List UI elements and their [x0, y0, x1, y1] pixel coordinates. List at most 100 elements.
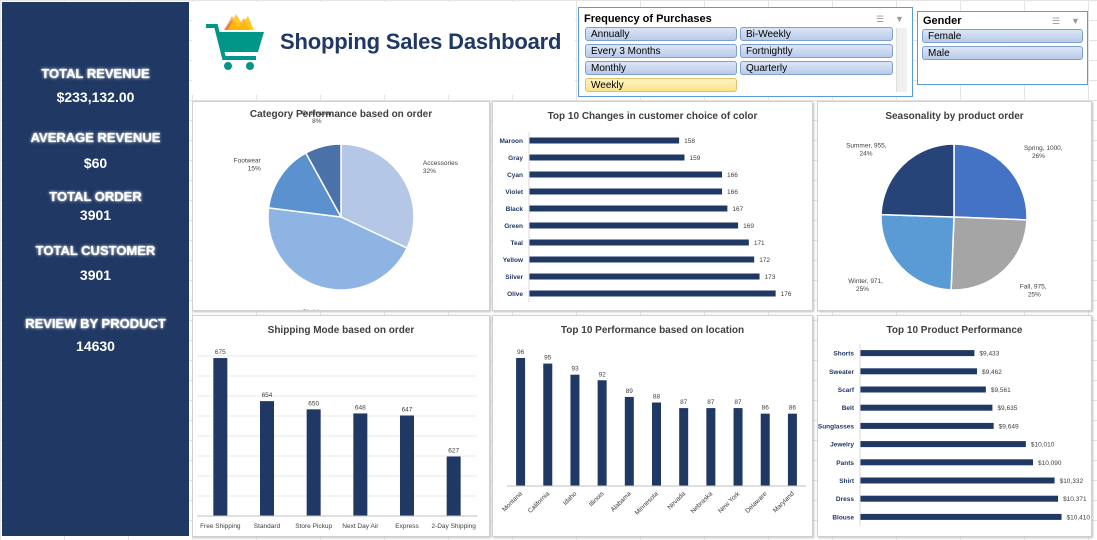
- category-label-blouse: Blouse: [832, 514, 854, 521]
- season-pie-chart: Spring, 1000,26%Fall, 975,25%Winter, 971…: [846, 142, 1063, 298]
- bar-next-day-air: [353, 413, 368, 516]
- clear-filter-icon[interactable]: ▼: [1071, 16, 1083, 26]
- value-label-minnesota: 88: [653, 394, 661, 401]
- value-label-green: 169: [743, 223, 754, 230]
- dashboard-header: Shopping Sales Dashboard: [192, 2, 575, 95]
- category-label-sunglasses: Sunglasses: [818, 423, 854, 430]
- value-label-blouse: $10,410: [1067, 514, 1091, 521]
- bar-california: [543, 363, 553, 486]
- category-pie-chart: Accessories32%Clothing45%Footwear15%Oute…: [234, 110, 459, 310]
- total-order-label: TOTAL ORDER: [49, 189, 142, 204]
- value-label-teal: 171: [754, 240, 765, 247]
- slicer-scrollbar[interactable]: [896, 28, 907, 92]
- category-label-maryland: Maryland: [772, 490, 796, 514]
- slicer-option-annually[interactable]: Annually: [585, 27, 737, 41]
- category-label-pants: Pants: [836, 460, 854, 467]
- bar-2-day-shipping: [446, 456, 461, 516]
- bar-illinois: [597, 380, 607, 486]
- color-chart-panel: Top 10 Changes in customer choice of col…: [492, 101, 813, 311]
- category-chart-panel: Category Performance based on order Acce…: [192, 101, 490, 311]
- location-bar-chart: 96 Montana 95 California 93 Idaho 92 Illinois 89…: [501, 349, 806, 517]
- category-label-store-pickup: Store Pickup: [295, 523, 332, 530]
- pie-label-footwear: Footwear: [234, 157, 262, 164]
- value-label-sweater: $9,462: [982, 369, 1002, 376]
- category-label-idaho: Idaho: [562, 490, 579, 507]
- slicer-option-male[interactable]: Male: [922, 46, 1083, 60]
- value-label-standard: 654: [262, 392, 273, 399]
- category-label-minnesota: Minnesota: [634, 490, 660, 516]
- category-label-alabama: Alabama: [610, 490, 633, 513]
- slicer-option-every-3-months[interactable]: Every 3 Months: [585, 44, 737, 58]
- value-label-yellow: 172: [759, 257, 770, 264]
- bar-idaho: [570, 374, 580, 486]
- pie-label-winter: Winter, 971,: [848, 278, 883, 285]
- pie-label-outerwear: Outerwear: [302, 110, 333, 117]
- season-chart-panel: Seasonality by product order Spring, 100…: [817, 101, 1092, 311]
- value-label-dress: $10,371: [1063, 496, 1087, 503]
- category-label-silver: Silver: [505, 274, 523, 281]
- value-label-montana: 96: [517, 349, 525, 356]
- bar-nebraska: [706, 408, 716, 486]
- category-label-standard: Standard: [254, 523, 281, 530]
- value-label-violet: 166: [727, 189, 738, 196]
- bar-montana: [516, 358, 526, 486]
- average-revenue-label: AVERAGE REVENUE: [30, 130, 161, 145]
- value-label-nevada: 87: [680, 399, 688, 406]
- category-label-montana: Montana: [501, 490, 524, 513]
- category-label-nebraska: Nebraska: [690, 490, 715, 515]
- value-label-idaho: 93: [571, 366, 579, 373]
- category-label-2-day-shipping: 2-Day Shipping: [431, 523, 476, 530]
- review-value: 14630: [76, 338, 115, 354]
- bar-yellow: [529, 256, 755, 263]
- gender-slicer[interactable]: Gender ☰ ▼ Female Male: [917, 11, 1088, 85]
- slicer-option-bi-weekly[interactable]: Bi-Weekly: [740, 27, 893, 41]
- clear-filter-icon[interactable]: ▼: [895, 14, 907, 24]
- category-label-gray: Gray: [508, 155, 523, 162]
- slicer-option-weekly[interactable]: Weekly: [585, 78, 737, 92]
- category-label-express: Express: [395, 523, 419, 530]
- bar-sweater: [860, 368, 978, 375]
- dashboard-title: Shopping Sales Dashboard: [280, 29, 562, 54]
- shopping-cart-icon: [206, 14, 264, 70]
- category-label-belt: Belt: [842, 405, 855, 412]
- category-label-violet: Violet: [505, 189, 523, 196]
- value-label-maryland: 86: [789, 405, 797, 412]
- slicer-option-monthly[interactable]: Monthly: [585, 61, 737, 75]
- value-label-shirt: $10,332: [1060, 478, 1084, 485]
- pie-slice-spring: [953, 143, 1028, 221]
- bar-scarf: [860, 386, 986, 393]
- total-customer-value: 3901: [79, 267, 112, 283]
- bar-silver: [529, 273, 760, 280]
- value-label-silver: 173: [765, 274, 776, 281]
- total-order-value: 3901: [79, 207, 112, 223]
- bar-minnesota: [652, 402, 661, 486]
- value-label-cyan: 166: [727, 172, 738, 179]
- slicer-option-quarterly[interactable]: Quarterly: [740, 61, 893, 75]
- pie-pct-outerwear: 8%: [312, 118, 322, 125]
- category-label-california: California: [527, 490, 552, 515]
- pie-pct-winter: 25%: [856, 286, 869, 293]
- slicer-option-female[interactable]: Female: [922, 29, 1083, 43]
- shipping-bar-chart: 675 Free Shipping 654 Standard 650 Store Pick…: [197, 349, 477, 530]
- value-label-express: 647: [402, 406, 413, 413]
- multi-select-icon[interactable]: ☰: [1052, 16, 1064, 26]
- value-label-2-day-shipping: 627: [448, 448, 459, 455]
- category-label-teal: Teal: [510, 240, 523, 247]
- pie-pct-footwear: 15%: [248, 165, 261, 172]
- pie-label-summer: Summer, 955,: [846, 142, 887, 149]
- bar-belt: [860, 404, 993, 411]
- total-customer-label: TOTAL CUSTOMER: [35, 243, 156, 258]
- bar-nevada: [679, 408, 689, 486]
- review-label: REVIEW BY PRODUCT: [25, 316, 166, 331]
- kpi-sidebar: TOTAL REVENUE $233,132.00 AVERAGE REVENU…: [2, 2, 189, 536]
- category-label-delaware: Delaware: [744, 490, 769, 515]
- bar-green: [529, 222, 739, 229]
- value-label-sunglasses: $9,649: [999, 423, 1019, 430]
- pie-pct-fall: 25%: [1028, 291, 1041, 298]
- bar-sunglasses: [860, 422, 994, 429]
- slicer-option-fortnightly[interactable]: Fortnightly: [740, 44, 893, 58]
- total-revenue-value: $233,132.00: [56, 89, 135, 105]
- multi-select-icon[interactable]: ☰: [876, 14, 888, 24]
- frequency-slicer[interactable]: Frequency of Purchases ☰ ▼ Annually Bi-W…: [578, 7, 913, 97]
- color-bar-chart: Maroon 158 Gray 159 Cyan 166 Violet 166 Black 167…: [500, 132, 792, 302]
